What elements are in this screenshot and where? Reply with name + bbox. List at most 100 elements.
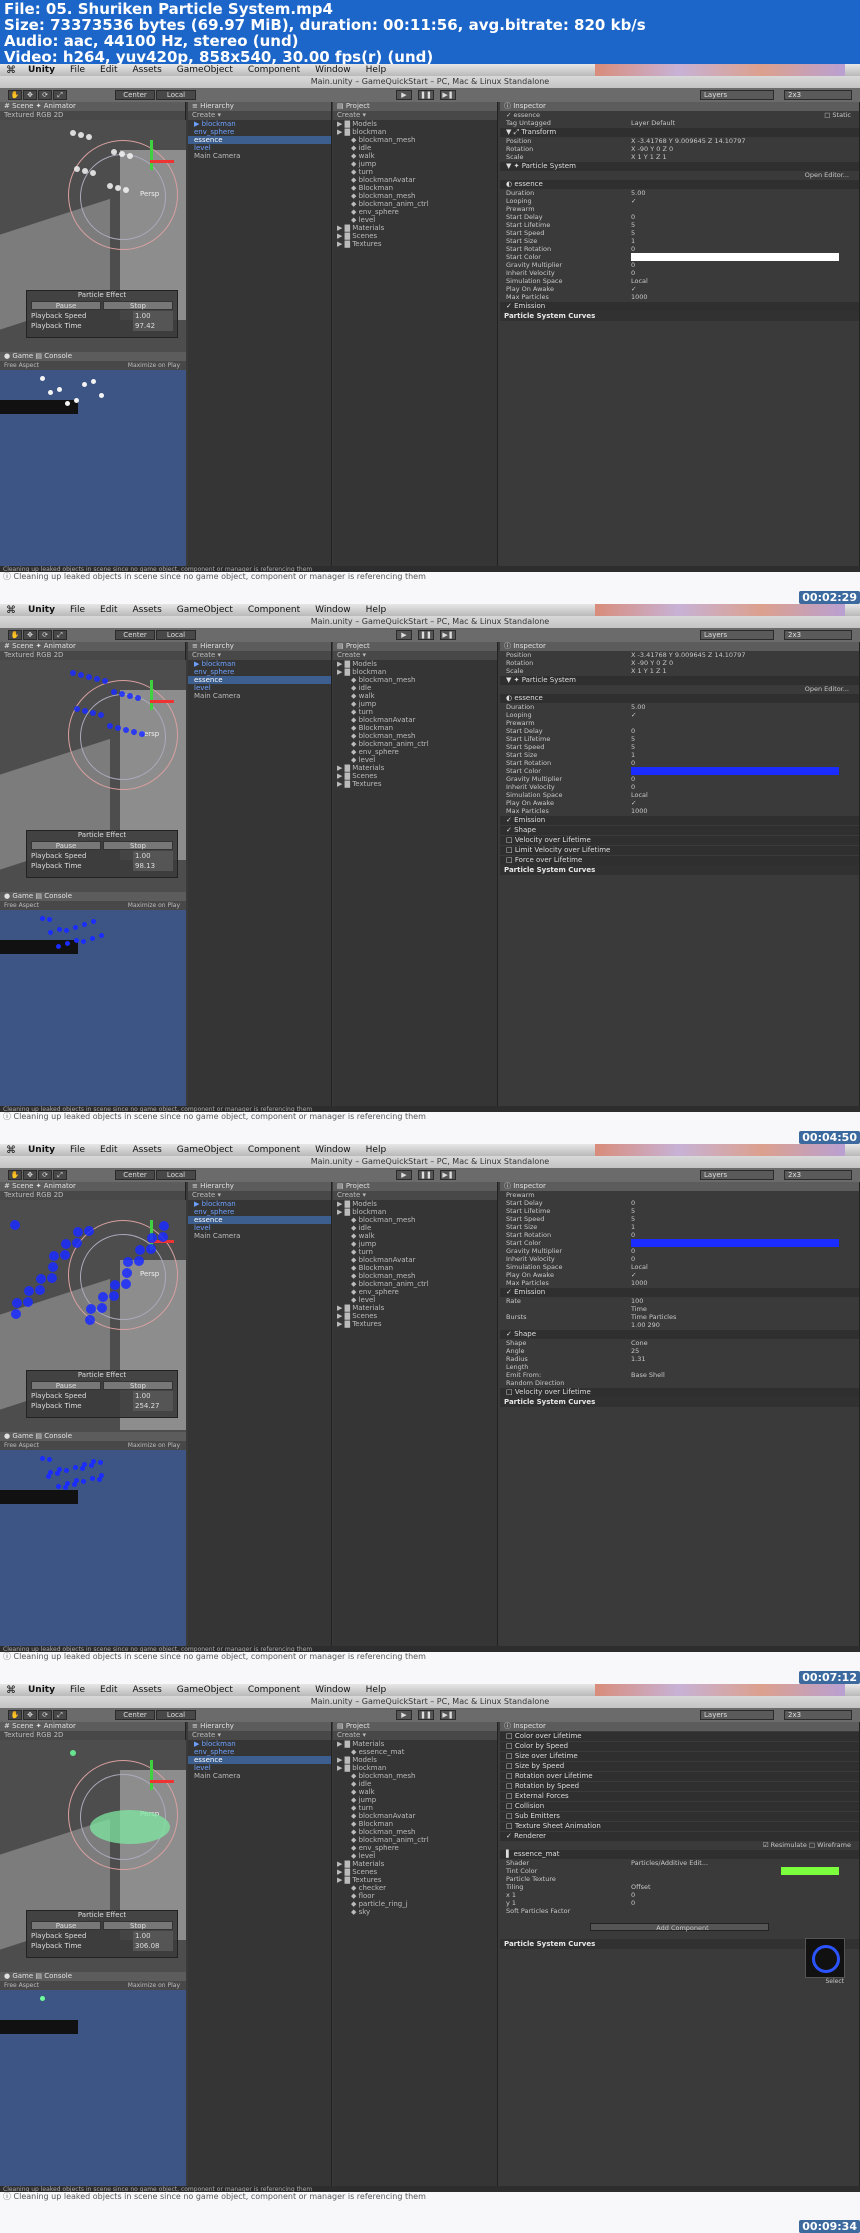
project-tab[interactable]: ▤ Project [333, 642, 497, 651]
layers-dropdown[interactable]: Layers [700, 90, 774, 100]
menu-file[interactable]: File [70, 65, 85, 75]
maximize-on-play-toggle[interactable]: Maximize on Play [128, 1441, 180, 1450]
emission-module[interactable]: ✓ Emission [500, 1288, 859, 1297]
tint-row-value[interactable] [781, 1867, 839, 1875]
module-header[interactable]: □ Size over Lifetime [500, 1752, 859, 1761]
play-button[interactable]: ▶ [396, 1710, 412, 1720]
tab-scene[interactable]: # Scene [4, 1182, 33, 1190]
project-item[interactable]: ▶ ▇ Scenes [333, 1312, 497, 1320]
module-header[interactable]: □ Sub Emitters [500, 1812, 859, 1821]
menu-file[interactable]: File [70, 1145, 85, 1155]
hierarchy-item[interactable]: Main Camera [188, 1232, 331, 1240]
module-header[interactable]: □ Rotation over Lifetime [500, 1772, 859, 1781]
param-row-value[interactable] [631, 1191, 859, 1199]
scale-tool-icon[interactable]: ⤢ [53, 1170, 67, 1180]
param-row-value[interactable]: 1000 [631, 807, 859, 815]
menu-gameobject[interactable]: GameObject [177, 1145, 233, 1155]
hierarchy-tab[interactable]: ≡ Hierarchy [188, 102, 331, 111]
param-row[interactable]: Start Delay 0 [500, 727, 859, 735]
pause-effect-button[interactable]: Pause [31, 301, 101, 310]
param-row-value[interactable] [631, 719, 859, 727]
project-item[interactable]: ◆ blockman_mesh [333, 1272, 497, 1280]
inspector-tab[interactable]: ⓘ Inspector [500, 102, 859, 111]
project-item[interactable]: ◆ walk [333, 1232, 497, 1240]
param-row[interactable]: Start Rotation 0 [500, 245, 859, 253]
param-row[interactable]: Start Lifetime 5 [500, 1207, 859, 1215]
project-item[interactable]: ▶ ▇ Scenes [333, 232, 497, 240]
menu-file[interactable]: File [70, 605, 85, 615]
playback-speed-value[interactable]: 1.00 [133, 1931, 173, 1941]
hierarchy-create[interactable]: Create ▾ [188, 1191, 331, 1200]
module-header[interactable]: □ Velocity over Lifetime [500, 836, 859, 845]
param-row[interactable]: Inherit Velocity 0 [500, 783, 859, 791]
hierarchy-item[interactable]: ▶ blockman [188, 1740, 331, 1748]
project-item[interactable]: ▶ ▇ blockman [333, 1208, 497, 1216]
hierarchy-item[interactable]: env_sphere [188, 668, 331, 676]
project-item[interactable]: ◆ jump [333, 1796, 497, 1804]
tab-animator[interactable]: ✦ Animator [33, 642, 76, 650]
project-item[interactable]: ◆ level [333, 216, 497, 224]
param-row[interactable]: Start Delay 0 [500, 1199, 859, 1207]
param-row[interactable]: Start Size 1 [500, 1223, 859, 1231]
rotation-row-value[interactable]: X -90 Y 0 Z 0 [631, 659, 859, 667]
hand-tool-icon[interactable]: ✋ [8, 630, 22, 640]
param-row-value[interactable]: 5 [631, 1215, 859, 1223]
project-item[interactable]: ◆ idle [333, 684, 497, 692]
start-color-row[interactable]: Start Color [500, 1239, 859, 1247]
project-item[interactable]: ▶ ▇ Materials [333, 1304, 497, 1312]
menu-assets[interactable]: Assets [132, 605, 161, 615]
scale-row[interactable]: Scale X 1 Y 1 Z 1 [500, 153, 859, 161]
param-row-value[interactable]: 1 [631, 237, 859, 245]
playback-time-value[interactable]: 98.13 [133, 861, 173, 871]
texture-row-value[interactable] [631, 1875, 859, 1883]
module-header[interactable]: □ Color over Lifetime [500, 1732, 859, 1741]
project-item[interactable]: ◆ blockman_anim_ctrl [333, 200, 497, 208]
emit-from-row[interactable]: Emit From: Base Shell [500, 1371, 859, 1379]
tab-game[interactable]: ● Game [4, 352, 33, 360]
play-button[interactable]: ▶ [396, 630, 412, 640]
menu-gameobject[interactable]: GameObject [177, 65, 233, 75]
angle-row[interactable]: Angle 25 [500, 1347, 859, 1355]
tab-console[interactable]: ▤ Console [33, 352, 72, 360]
param-row[interactable]: Play On Awake ✓ [500, 799, 859, 807]
particle-ring-thumbnail[interactable]: Select [805, 1938, 845, 1985]
menu-unity[interactable]: Unity [28, 1145, 55, 1155]
tiling-y-row-value[interactable]: 0 [631, 1899, 859, 1907]
pivot-local-toggle[interactable]: Local [156, 1170, 196, 1180]
project-item[interactable]: ◆ sky [333, 1908, 497, 1916]
param-row[interactable]: Simulation Space Local [500, 1263, 859, 1271]
menu-component[interactable]: Component [248, 1685, 300, 1695]
param-row-value[interactable]: 5.00 [631, 189, 859, 197]
hierarchy-item[interactable]: Main Camera [188, 152, 331, 160]
step-button[interactable]: ▶❚ [440, 1710, 456, 1720]
menu-component[interactable]: Component [248, 65, 300, 75]
param-row-value[interactable]: 0 [631, 261, 859, 269]
rotation-row-value[interactable]: X -90 Y 0 Z 0 [631, 145, 859, 153]
hierarchy-item[interactable]: Main Camera [188, 692, 331, 700]
random-direction-row-value[interactable] [631, 1379, 859, 1387]
tiling-x-row-value[interactable]: 0 [631, 1891, 859, 1899]
burst-values-row[interactable]: 1.00 290 [500, 1321, 859, 1329]
param-row-value[interactable]: 0 [631, 213, 859, 221]
param-row-value[interactable]: ✓ [631, 799, 859, 807]
menu-help[interactable]: Help [366, 65, 387, 75]
rate-row-value[interactable]: 100 [631, 1297, 859, 1305]
layout-dropdown[interactable]: 2x3 [784, 630, 852, 640]
param-row-value[interactable]: 0 [631, 1199, 859, 1207]
project-item[interactable]: ▶ ▇ Textures [333, 780, 497, 788]
pivot-center-toggle[interactable]: Center [115, 1710, 155, 1720]
shape-module[interactable]: ✓ Shape [500, 1330, 859, 1339]
pause-button[interactable]: ❚❚ [418, 1170, 434, 1180]
param-row-value[interactable]: 1000 [631, 293, 859, 301]
playback-speed-value[interactable]: 1.00 [133, 311, 173, 321]
project-item[interactable]: ◆ walk [333, 692, 497, 700]
start-color-row[interactable]: Start Color [500, 767, 859, 775]
param-row-value[interactable]: 5 [631, 735, 859, 743]
pivot-local-toggle[interactable]: Local [156, 630, 196, 640]
rate-mode-row[interactable]: Time [500, 1305, 859, 1313]
param-row-value[interactable]: 1 [631, 1223, 859, 1231]
project-item[interactable]: ▶ ▇ Textures [333, 1320, 497, 1328]
module-header[interactable]: □ Limit Velocity over Lifetime [500, 846, 859, 855]
inspector-tab[interactable]: ⓘ Inspector [500, 642, 859, 651]
param-row-value[interactable]: 1 [631, 751, 859, 759]
